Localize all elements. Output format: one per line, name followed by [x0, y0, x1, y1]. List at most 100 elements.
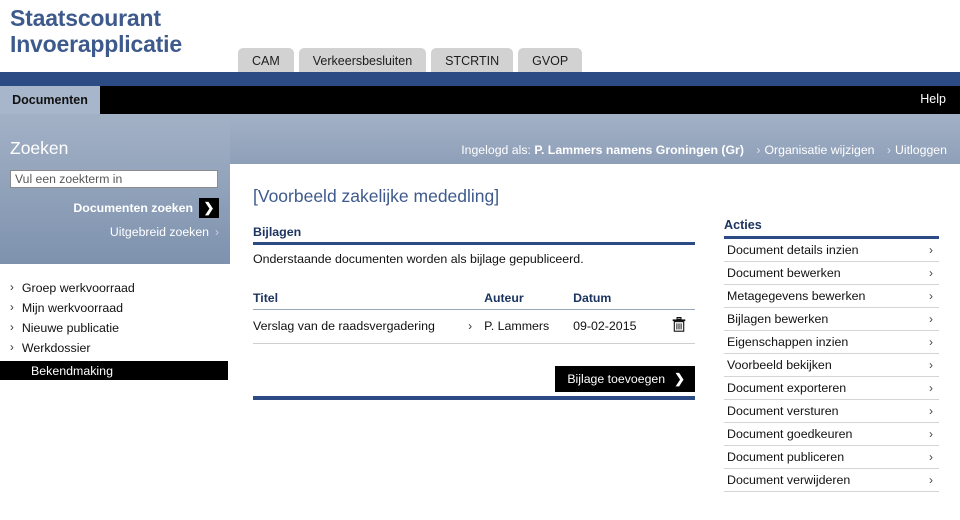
chevron-right-icon: ›: [929, 381, 933, 395]
bijlage-toevoegen-button[interactable]: Bijlage toevoegen ❯: [555, 366, 695, 392]
chevron-right-icon: ›: [10, 322, 14, 334]
chevron-right-icon: ›: [10, 302, 14, 314]
action-item-metagegevens-bewerken[interactable]: Metagegevens bewerken ›: [724, 285, 939, 308]
sidebar-item-label: Groep werkvoorraad: [21, 281, 135, 295]
section-subtitle: Onderstaande documenten worden als bijla…: [253, 252, 584, 266]
action-item-label: Voorbeeld bekijken: [727, 358, 832, 372]
table-header-row: Titel Auteur Datum: [253, 291, 695, 310]
cell-titel: Verslag van de raadsvergadering ›: [253, 309, 485, 344]
action-item-label: Document details inzien: [727, 243, 859, 257]
sidebar-item-werkdossier[interactable]: › Werkdossier: [0, 338, 230, 358]
chevron-right-icon: ›: [929, 404, 933, 418]
sidebar-item-label: Werkdossier: [21, 341, 91, 355]
top-tab-gvop[interactable]: GVOP: [518, 48, 583, 73]
logo-line-1: Staatscourant: [10, 5, 161, 31]
action-item-label: Metagegevens bewerken: [727, 289, 866, 303]
action-item-label: Document bewerken: [727, 266, 841, 280]
actions-panel: Acties Document details inzien › Document …: [724, 218, 939, 492]
table-body: Verslag van de raadsvergadering › P. Lamme…: [253, 309, 695, 344]
chevron-right-icon: ›: [929, 312, 933, 326]
chevron-right-icon: ›: [929, 266, 933, 280]
column-header-datum: Datum: [573, 291, 664, 310]
action-item-label: Document goedkeuren: [727, 427, 853, 441]
actions-panel-title: Acties: [724, 218, 939, 239]
bijlage-toevoegen-label: Bijlage toevoegen: [567, 372, 666, 386]
arrow-right-icon: ❯: [199, 198, 219, 218]
chevron-right-icon: ›: [10, 282, 14, 294]
chevron-right-icon: ›: [929, 450, 933, 464]
cell-auteur: P. Lammers: [484, 309, 574, 344]
sidebar-item-bekendmaking[interactable]: Bekendmaking: [0, 361, 228, 380]
action-item-label: Document publiceren: [727, 450, 845, 464]
chevron-right-icon: ›: [929, 335, 933, 349]
sidebar-item-label: Bekendmaking: [31, 363, 113, 378]
chevron-right-icon: ›: [215, 225, 219, 239]
chevron-right-icon: ›: [468, 319, 473, 333]
top-tab-bar: CAM Verkeersbesluiten STCRTIN GVOP: [238, 48, 583, 73]
documenten-zoeken-label: Documenten zoeken: [73, 201, 193, 215]
sidebar-item-label: Nieuwe publicatie: [21, 321, 119, 335]
attachment-title-link[interactable]: Verslag van de raadsvergadering ›: [253, 319, 484, 333]
logged-in-prefix: Ingelogd als:: [461, 143, 531, 157]
arrow-right-icon-add: ❯: [674, 371, 685, 386]
sidebar-item-nieuwe-publicatie[interactable]: › Nieuwe publicatie: [0, 318, 230, 338]
sidebar-item-groep-werkvoorraad[interactable]: › Groep werkvoorraad: [0, 278, 230, 298]
uitgebreid-zoeken-link[interactable]: Uitgebreid zoeken ›: [0, 225, 219, 239]
sidebar-nav: › Groep werkvoorraad › Mijn werkvoorraad › Ni…: [0, 278, 230, 380]
action-item-label: Document versturen: [727, 404, 839, 418]
action-item-document-exporteren[interactable]: Document exporteren ›: [724, 377, 939, 400]
action-item-bijlagen-bewerken[interactable]: Bijlagen bewerken ›: [724, 308, 939, 331]
column-header-auteur: Auteur: [484, 291, 574, 310]
trash-icon[interactable]: [672, 317, 686, 335]
search-panel: [0, 114, 230, 264]
blue-divider-band: [0, 72, 960, 86]
cell-datum: 09-02-2015: [573, 309, 664, 344]
sidebar-item-mijn-werkvoorraad[interactable]: › Mijn werkvoorraad: [0, 298, 230, 318]
logo-line-2: Invoerapplicatie: [10, 30, 182, 57]
content-bottom-rule: [253, 396, 695, 400]
action-item-voorbeeld-bekijken[interactable]: Voorbeeld bekijken ›: [724, 354, 939, 377]
action-item-document-versturen[interactable]: Document versturen ›: [724, 400, 939, 423]
chevron-right-icon: ›: [929, 473, 933, 487]
chevron-right-icon: ›: [10, 342, 14, 354]
page-title: [Voorbeeld zakelijke mededling]: [253, 186, 500, 206]
cell-delete: [663, 309, 695, 344]
action-item-label: Eigenschappen inzien: [727, 335, 849, 349]
search-heading: Zoeken: [10, 138, 69, 158]
logged-in-user: P. Lammers namens Groningen (Gr): [534, 143, 744, 157]
chevron-right-icon: ›: [929, 358, 933, 372]
chevron-right-icon: ›: [929, 243, 933, 257]
action-item-document-verwijderen[interactable]: Document verwijderen ›: [724, 469, 939, 492]
action-item-eigenschappen-inzien[interactable]: Eigenschappen inzien ›: [724, 331, 939, 354]
chevron-right-icon-org: ›: [756, 143, 761, 157]
sidebar-item-label: Mijn werkvoorraad: [21, 301, 124, 315]
action-item-document-details-inzien[interactable]: Document details inzien ›: [724, 239, 939, 262]
action-item-document-goedkeuren[interactable]: Document goedkeuren ›: [724, 423, 939, 446]
logout-link[interactable]: Uitloggen: [895, 143, 947, 157]
section-heading-bijlagen: Bijlagen: [253, 225, 695, 245]
chevron-right-icon: ›: [929, 427, 933, 441]
main-content: [Voorbeeld zakelijke mededling] Bijlagen…: [253, 186, 695, 392]
action-item-label: Document exporteren: [727, 381, 847, 395]
attachments-table: Titel Auteur Datum Verslag van de raadsv…: [253, 291, 695, 344]
documenten-zoeken-button[interactable]: Documenten zoeken ❯: [0, 198, 219, 218]
login-info: Ingelogd als: P. Lammers namens Groninge…: [461, 143, 947, 157]
chevron-right-icon: ›: [929, 289, 933, 303]
search-input[interactable]: [10, 170, 218, 188]
main-menu-bar: [0, 86, 960, 114]
help-link[interactable]: Help: [920, 92, 946, 106]
attachment-title-label: Verslag van de raadsvergadering: [253, 319, 435, 333]
top-tab-cam[interactable]: CAM: [238, 48, 294, 73]
table-row: Verslag van de raadsvergadering › P. Lamme…: [253, 309, 695, 344]
change-organisation-link[interactable]: Organisatie wijzigen: [764, 143, 874, 157]
actions-list: Document details inzien › Document bewerke…: [724, 239, 939, 492]
column-header-titel: Titel: [253, 291, 485, 310]
top-tab-verkeersbesluiten[interactable]: Verkeersbesluiten: [298, 48, 427, 73]
uitgebreid-zoeken-label: Uitgebreid zoeken: [109, 225, 209, 239]
action-item-document-publiceren[interactable]: Document publiceren ›: [724, 446, 939, 469]
menu-tab-documenten[interactable]: Documenten: [0, 86, 100, 114]
chevron-right-icon-logout: ›: [886, 143, 892, 157]
action-item-document-bewerken[interactable]: Document bewerken ›: [724, 262, 939, 285]
top-tab-stcrtin[interactable]: STCRTIN: [431, 48, 514, 73]
action-item-label: Document verwijderen: [727, 473, 851, 487]
